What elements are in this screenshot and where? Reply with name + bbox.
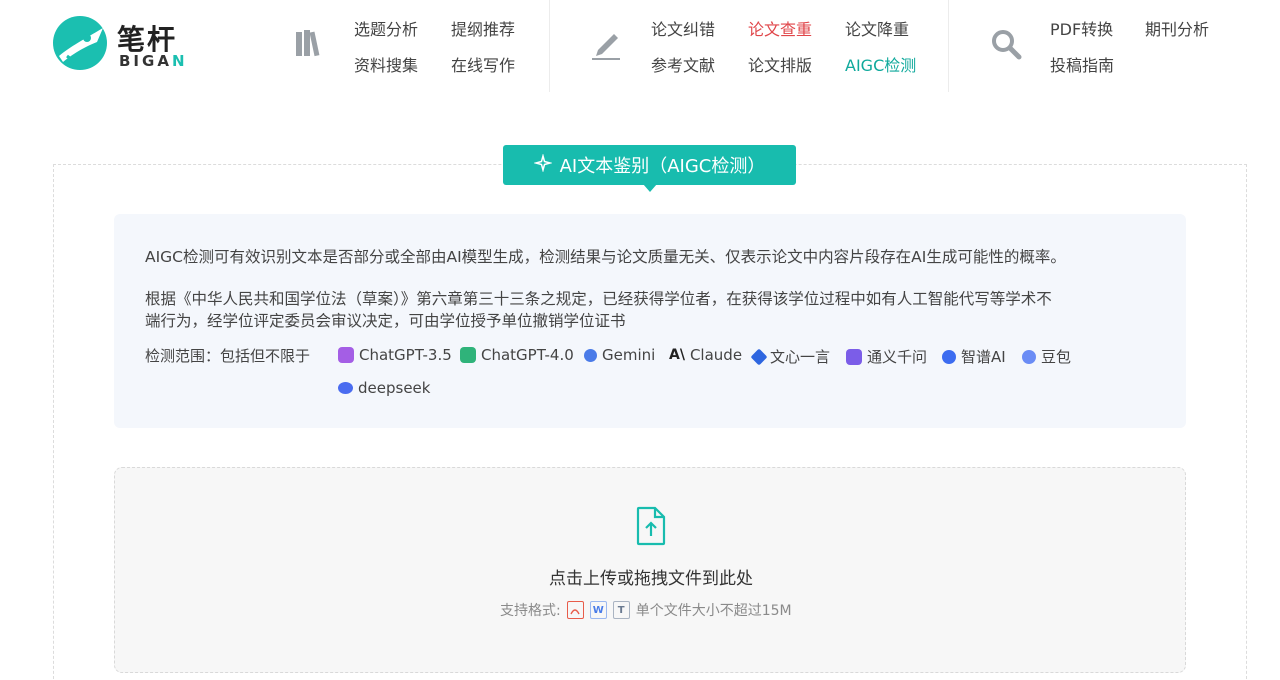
model-label: ChatGPT-3.5 [359, 346, 452, 364]
nav-journal-analysis[interactable]: 期刊分析 [1145, 16, 1209, 40]
pen-icon [590, 26, 622, 62]
upload-formats-row: 支持格式: W T 单个文件大小不超过15M [500, 600, 792, 620]
wenxin-icon [750, 348, 768, 365]
model-doubao: 豆包 [1022, 346, 1071, 367]
model-chatgpt35: ChatGPT-3.5 [338, 346, 452, 364]
model-label: 通义千问 [867, 348, 928, 366]
nav-pdf-convert[interactable]: PDF转换 [1050, 16, 1113, 40]
chatgpt-icon [338, 347, 354, 363]
claude-icon: A\ [669, 347, 685, 363]
model-deepseek: deepseek [338, 379, 430, 397]
search-icon [990, 26, 1022, 62]
bigan-logo[interactable]: 笔杆 BIGAN [53, 14, 193, 72]
model-label: 智谱AI [961, 348, 1006, 366]
upload-title: 点击上传或拖拽文件到此处 [549, 569, 753, 589]
size-note: 单个文件大小不超过15M [635, 603, 792, 619]
chatgpt-icon [460, 347, 476, 363]
nav-references[interactable]: 参考文献 [651, 52, 715, 76]
nav-paper-layout[interactable]: 论文排版 [748, 52, 812, 76]
model-label: Gemini [602, 346, 656, 364]
nav-divider [948, 0, 949, 92]
aigc-title-badge: AI文本鉴别（AIGC检测） [503, 145, 796, 185]
formats-label: 支持格式: [500, 603, 561, 619]
text-format-icon: T [612, 601, 630, 619]
model-wenxin: 文心一言 [750, 346, 831, 367]
badge-arrow [643, 184, 657, 192]
logo-en-main: BIGA [119, 52, 172, 70]
nav-plagiarism-reduce[interactable]: 论文降重 [845, 16, 909, 40]
gemini-icon [584, 348, 597, 362]
zhipu-icon [942, 349, 956, 364]
logo-en-accent: N [171, 52, 188, 70]
upload-file-icon [635, 506, 667, 546]
logo-mark-icon [53, 16, 107, 70]
model-chatgpt40: ChatGPT-4.0 [460, 346, 574, 364]
model-label: deepseek [358, 379, 431, 397]
model-zhipu: 智谱AI [942, 346, 1006, 367]
word-format-icon: W [589, 601, 607, 619]
upload-dropzone[interactable]: 点击上传或拖拽文件到此处 支持格式: W T 单个文件大小不超过15M [114, 467, 1186, 673]
nav-online-writing[interactable]: 在线写作 [451, 52, 515, 76]
badge-label: AI文本鉴别（AIGC检测） [559, 156, 766, 177]
top-header: 笔杆 BIGAN 选题分析 提纲推荐 资料搜集 在线写作 论文纠错 论文查重 论… [0, 0, 1280, 92]
logo-text-en: BIGAN [119, 52, 188, 70]
deepseek-icon [338, 382, 353, 394]
model-label: 豆包 [1041, 348, 1072, 366]
sparkle-icon [532, 152, 553, 177]
model-claude: A\ Claude [669, 346, 742, 364]
nav-outline-recommend[interactable]: 提纲推荐 [451, 16, 515, 40]
model-label: 文心一言 [770, 348, 831, 366]
books-icon [294, 26, 326, 62]
nav-topic-analysis[interactable]: 选题分析 [354, 16, 418, 40]
nav-plagiarism-check[interactable]: 论文查重 [748, 16, 812, 40]
nav-aigc-detection[interactable]: AIGC检测 [845, 52, 916, 76]
nav-divider [549, 0, 550, 92]
scope-label: 检测范围：包括但不限于 [145, 347, 311, 365]
nav-paper-correction[interactable]: 论文纠错 [651, 16, 715, 40]
model-label: Claude [689, 346, 743, 364]
nav-material-search[interactable]: 资料搜集 [354, 52, 418, 76]
doubao-icon [1022, 349, 1036, 364]
info-paragraph-2-line-2: 端行为，经学位评定委员会审议决定，可由学位授予单位撤销学位证书 [145, 312, 626, 330]
model-gemini: Gemini [584, 346, 655, 364]
tongyi-icon [846, 348, 862, 365]
info-paragraph-1: AIGC检测可有效识别文本是否部分或全部由AI模型生成，检测结果与论文质量无关、… [145, 248, 1066, 266]
info-box: AIGC检测可有效识别文本是否部分或全部由AI模型生成，检测结果与论文质量无关、… [114, 214, 1186, 428]
model-tongyi: 通义千问 [846, 346, 927, 367]
model-label: ChatGPT-4.0 [481, 346, 574, 364]
nav-submission-guide[interactable]: 投稿指南 [1050, 52, 1114, 76]
info-paragraph-2-line-1: 根据《中华人民共和国学位法（草案）》第六章第三十三条之规定，已经获得学位者，在获… [145, 290, 1052, 308]
pdf-format-icon [566, 601, 584, 619]
